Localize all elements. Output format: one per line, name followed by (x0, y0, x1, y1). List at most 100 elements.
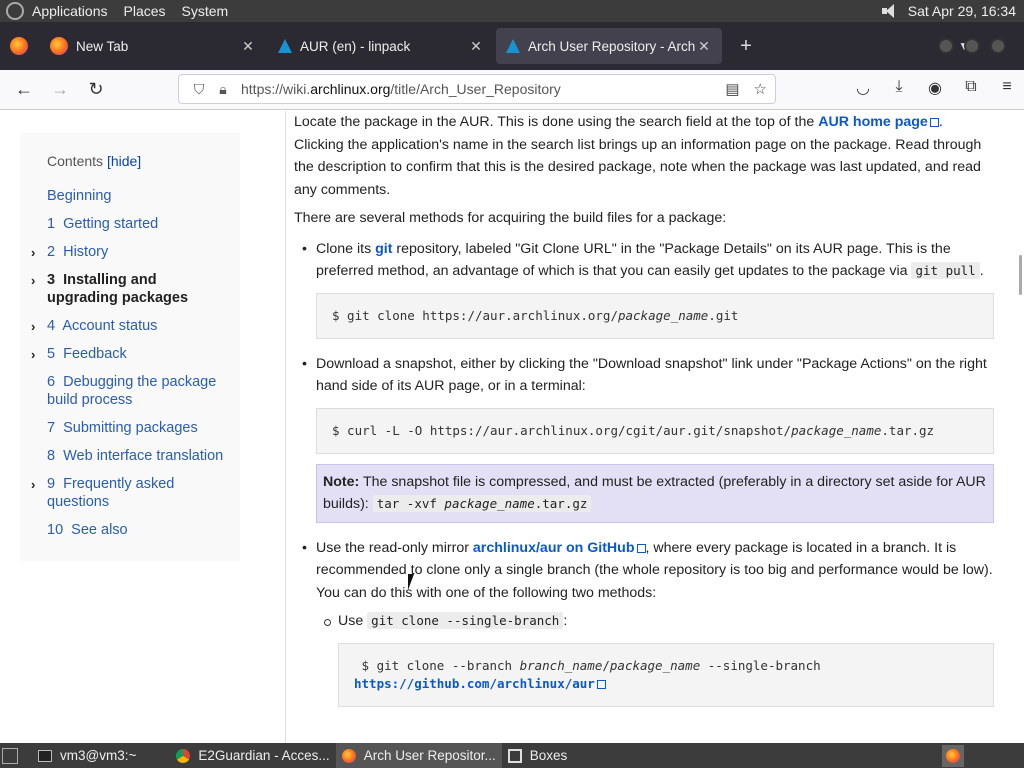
code-block-single-branch[interactable]: $ git clone --branch branch_name/package… (338, 642, 994, 707)
toc-label: History (63, 244, 109, 260)
table-of-contents: Contents [hide] Beginning 1 Getting star… (20, 133, 240, 561)
toc-item-faq[interactable]: › 9 Frequently asked questions (31, 475, 240, 511)
account-icon[interactable]: ◉ (924, 78, 946, 98)
toc-num: 6 (47, 374, 56, 390)
chevron-right-icon[interactable]: › (31, 244, 35, 262)
note-label: Note: (323, 473, 360, 490)
menu-hamburger-icon[interactable]: ≡ (996, 78, 1018, 98)
toc-label: Debugging the package build process (47, 374, 217, 408)
taskbar: vm3@vm3:~ E2Guardian - Acces... Arch Use… (0, 743, 1024, 768)
clock[interactable]: Sat Apr 29, 16:34 (908, 3, 1016, 19)
task-e2guardian[interactable]: E2Guardian - Acces... (170, 743, 335, 768)
code-text: .git (708, 307, 739, 323)
web-page: Contents [hide] Beginning 1 Getting star… (0, 111, 1024, 743)
git-link[interactable]: git (375, 241, 392, 257)
task-terminal[interactable]: vm3@vm3:~ (32, 743, 142, 768)
toc-item-installing-and-upgrading[interactable]: › 3 Installing and upgrading packages (31, 271, 240, 307)
code-block-git-clone[interactable]: $ git clone https://aur.archlinux.org/pa… (316, 292, 994, 339)
tab-title: AUR (en) - linpack (300, 38, 411, 54)
url-text[interactable]: https://wiki.archlinux.org/title/Arch_Us… (241, 81, 719, 97)
list-item: Clone its git repository, labeled "Git C… (302, 238, 994, 339)
bookmark-star-icon[interactable]: ☆ (754, 80, 767, 98)
tab-arch-user-repository[interactable]: Arch User Repository - Arch ✕ (496, 28, 722, 64)
show-desktop-icon[interactable] (2, 747, 18, 764)
toc-hide-link[interactable]: [hide] (107, 153, 141, 169)
scrollbar-thumb[interactable] (1019, 255, 1022, 295)
toc-item-web-interface-translation[interactable]: 8 Web interface translation (47, 447, 240, 465)
external-link-icon (636, 543, 646, 553)
code-text: --single-branch (700, 657, 829, 673)
note-box: Note: The snapshot file is compressed, a… (316, 463, 994, 523)
code-text: tar -xvf (376, 496, 445, 511)
chevron-right-icon[interactable]: › (31, 476, 35, 494)
toc-item-getting-started[interactable]: 1 Getting started (47, 215, 240, 233)
arch-icon (506, 39, 520, 53)
forward-icon[interactable]: → (42, 79, 78, 100)
extensions-icon[interactable]: ⧉ (960, 78, 982, 98)
code-placeholder: package_name (791, 422, 882, 438)
inline-code: tar -xvf package_name.tar.gz (372, 495, 592, 512)
tracking-protection-shield-icon[interactable]: ⛉ (187, 81, 211, 98)
lock-icon[interactable]: 🔒︎ (211, 81, 235, 98)
url-domain: archlinux.org (310, 81, 391, 97)
toc-list: Beginning 1 Getting started › 2 History ›… (31, 187, 240, 539)
close-tab-icon[interactable]: ✕ (468, 38, 484, 55)
task-boxes[interactable]: Boxes (502, 743, 574, 768)
toc-num: 1 (47, 216, 56, 232)
toc-num: 8 (47, 448, 56, 464)
close-tab-icon[interactable]: ✕ (696, 38, 712, 55)
toc-num: 5 (47, 346, 56, 362)
menu-places[interactable]: Places (116, 0, 174, 22)
firefox-icon (341, 748, 356, 763)
tab-aur-linpack[interactable]: AUR (en) - linpack ✕ (268, 28, 494, 64)
toc-item-feedback[interactable]: › 5 Feedback (31, 345, 240, 363)
aur-home-page-link[interactable]: AUR home page (818, 114, 928, 130)
menu-system[interactable]: System (174, 0, 237, 22)
task-arch-user-repository[interactable]: Arch User Repositor... (335, 743, 502, 768)
toc-item-submitting-packages[interactable]: 7 Submitting packages (47, 419, 240, 437)
new-tab-button[interactable]: + (732, 35, 760, 58)
close-window-icon[interactable] (990, 38, 1006, 54)
chevron-right-icon[interactable]: › (31, 346, 35, 364)
downloads-icon[interactable]: ⤓ (888, 78, 910, 98)
toc-item-see-also[interactable]: 10 See also (47, 521, 240, 539)
toc-label: Submitting packages (63, 420, 198, 436)
distro-logo-icon[interactable] (6, 2, 24, 20)
maximize-icon[interactable] (964, 38, 980, 54)
toc-item-debugging[interactable]: 6 Debugging the package build process (47, 373, 240, 409)
firefox-view-button[interactable] (0, 37, 38, 55)
methods-list: Clone its git repository, labeled "Git C… (302, 238, 994, 707)
window-controls (938, 38, 1006, 54)
code-text: .tar.gz (534, 496, 588, 511)
chrome-icon (176, 748, 191, 763)
menu-applications[interactable]: Applications (24, 0, 116, 22)
toc-item-history[interactable]: › 2 History (31, 243, 240, 261)
volume-icon[interactable] (881, 4, 898, 18)
reader-view-icon[interactable]: ▤ (725, 80, 739, 98)
chevron-right-icon[interactable]: › (31, 272, 35, 290)
task-label: Boxes (529, 748, 568, 763)
toc-label: Installing and upgrading packages (47, 272, 189, 306)
github-mirror-link[interactable]: archlinux/aur on GitHub (473, 540, 635, 556)
tray-firefox-button[interactable] (942, 744, 964, 767)
tab-new-tab[interactable]: New Tab ✕ (40, 28, 266, 64)
back-icon[interactable]: ← (6, 79, 42, 100)
reload-icon[interactable]: ↻ (78, 79, 114, 100)
minimize-icon[interactable] (938, 38, 954, 54)
arch-icon (278, 39, 292, 53)
toc-num: 7 (47, 420, 56, 436)
text: Clone its (316, 240, 376, 257)
close-tab-icon[interactable]: ✕ (240, 38, 256, 55)
chevron-right-icon[interactable]: › (31, 318, 35, 336)
pocket-icon[interactable]: ◡ (852, 78, 874, 98)
toc-item-account-status[interactable]: › 4 Account status (31, 317, 240, 335)
url-bar[interactable]: ⛉ 🔒︎ https://wiki.archlinux.org/title/Ar… (178, 74, 776, 104)
sub-methods-list: Use git clone --single-branch: $ git clo… (324, 610, 994, 707)
code-text: $ git clone --branch (354, 657, 520, 673)
firefox-icon (50, 37, 68, 55)
toc-item-beginning[interactable]: Beginning (47, 187, 240, 205)
github-aur-url-link[interactable]: https://github.com/archlinux/aur (354, 676, 595, 691)
code-block-curl[interactable]: $ curl -L -O https://aur.archlinux.org/c… (316, 407, 994, 454)
navigation-toolbar: ← → ↻ ⛉ 🔒︎ https://wiki.archlinux.org/ti… (0, 70, 1024, 110)
toc-num: 9 (47, 476, 56, 492)
